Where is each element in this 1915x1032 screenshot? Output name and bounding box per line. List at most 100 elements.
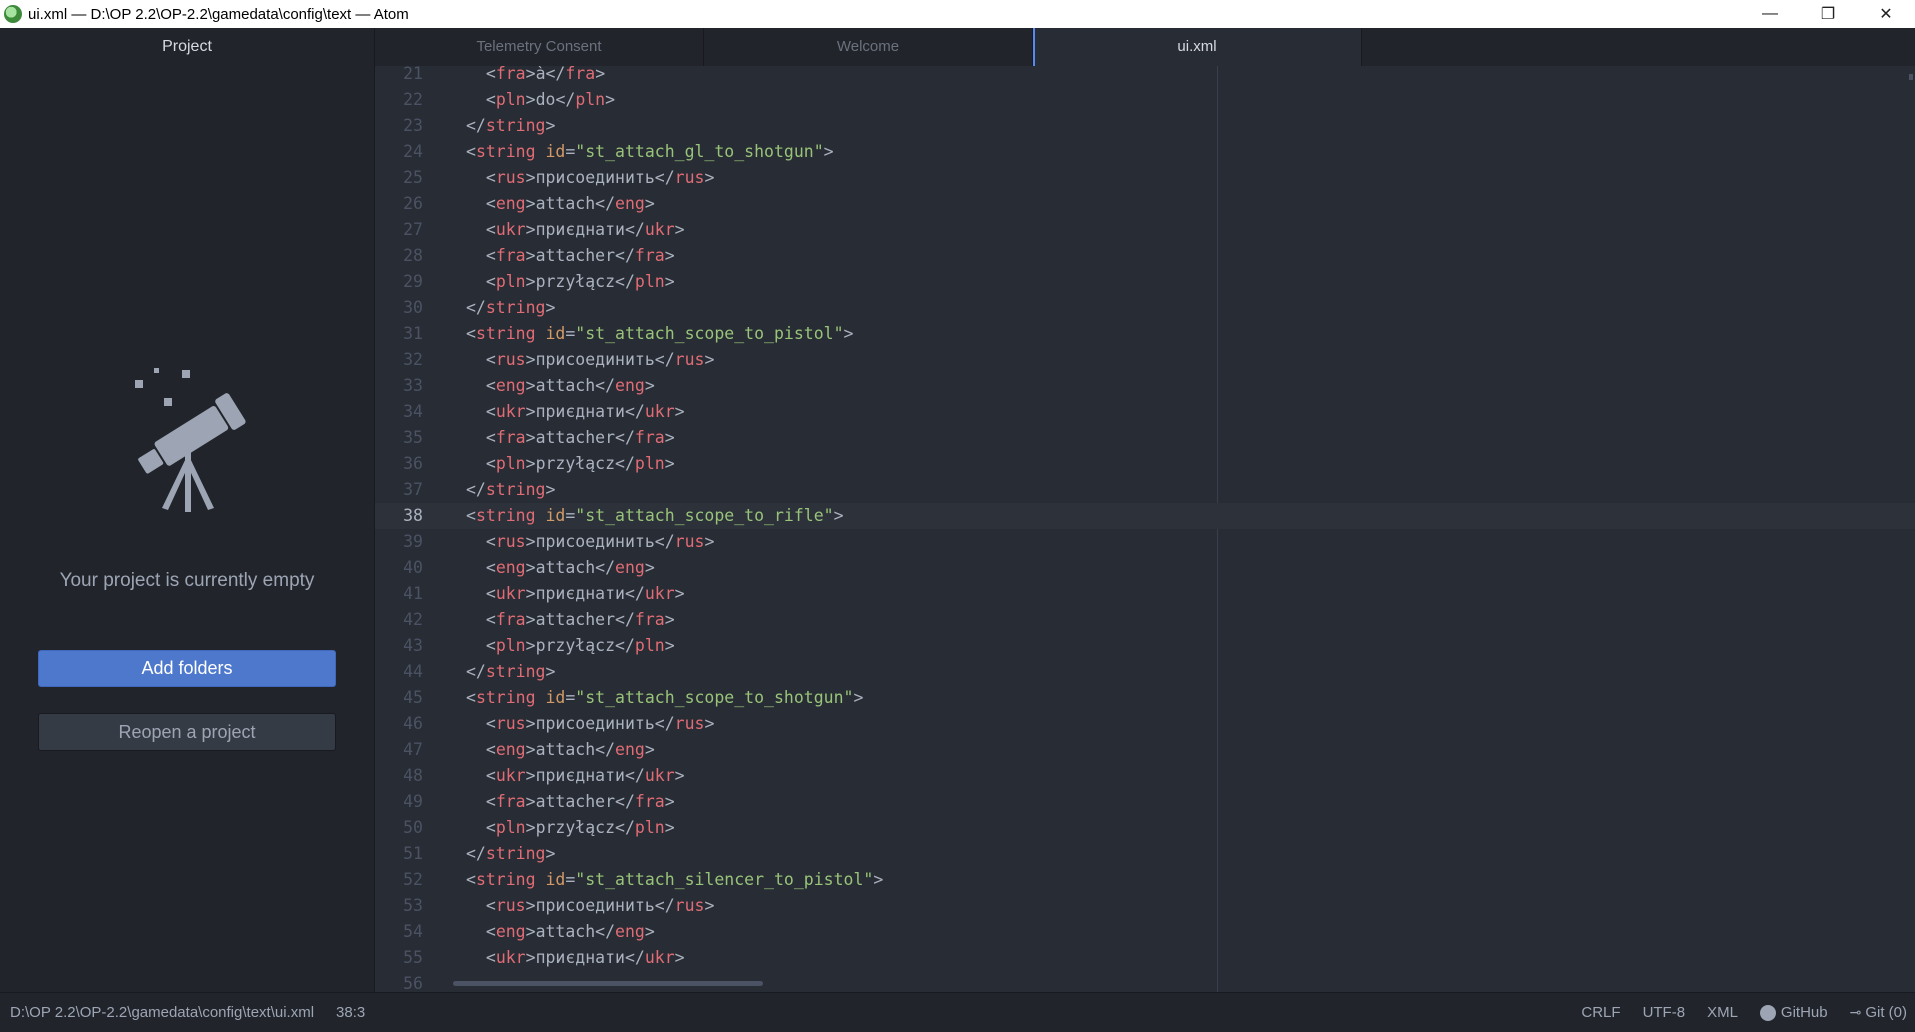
line-number[interactable]: 52 [375, 867, 423, 893]
line-number[interactable]: 21 [375, 66, 423, 87]
code-line[interactable]: 33 <eng>attach</eng> [375, 373, 1915, 399]
line-number[interactable]: 39 [375, 529, 423, 555]
line-text[interactable]: <eng>attach</eng> [466, 555, 655, 581]
line-text[interactable]: </string> [466, 113, 555, 139]
line-number[interactable]: 24 [375, 139, 423, 165]
reopen-project-button[interactable]: Reopen a project [38, 713, 336, 751]
line-number[interactable]: 22 [375, 87, 423, 113]
line-number[interactable]: 41 [375, 581, 423, 607]
line-number[interactable]: 28 [375, 243, 423, 269]
tab-welcome[interactable]: Welcome [704, 28, 1033, 66]
line-text[interactable]: <pln>przyłącz</pln> [466, 451, 675, 477]
line-text[interactable]: <rus>присоединить</rus> [466, 529, 715, 555]
line-number[interactable]: 27 [375, 217, 423, 243]
line-text[interactable]: <rus>присоединить</rus> [466, 165, 715, 191]
line-text[interactable]: </string> [466, 659, 555, 685]
code-line[interactable]: 48 <ukr>приєднати</ukr> [375, 763, 1915, 789]
minimize-button[interactable]: — [1741, 0, 1799, 28]
line-text[interactable]: <eng>attach</eng> [466, 373, 655, 399]
line-number[interactable]: 31 [375, 321, 423, 347]
line-number[interactable]: 40 [375, 555, 423, 581]
line-text[interactable]: <pln>do</pln> [466, 87, 615, 113]
line-text[interactable]: <pln>przyłącz</pln> [466, 633, 675, 659]
code-line[interactable]: 46 <rus>присоединить</rus> [375, 711, 1915, 737]
file-path[interactable]: D:\OP 2.2\OP-2.2\gamedata\config\text\ui… [10, 1004, 314, 1021]
line-text[interactable]: </string> [466, 477, 555, 503]
code-line[interactable]: 40 <eng>attach</eng> [375, 555, 1915, 581]
code-line[interactable]: 23 </string> [375, 113, 1915, 139]
line-number[interactable]: 36 [375, 451, 423, 477]
line-text[interactable]: <rus>присоединить</rus> [466, 893, 715, 919]
close-button[interactable]: ✕ [1857, 0, 1915, 28]
cursor-position[interactable]: 38:3 [336, 1004, 365, 1021]
code-line[interactable]: 32 <rus>присоединить</rus> [375, 347, 1915, 373]
line-text[interactable]: <string id="st_attach_gl_to_shotgun"> [466, 139, 834, 165]
code-line[interactable]: 54 <eng>attach</eng> [375, 919, 1915, 945]
code-line[interactable]: 36 <pln>przyłącz</pln> [375, 451, 1915, 477]
code-line[interactable]: 28 <fra>attacher</fra> [375, 243, 1915, 269]
code-line[interactable]: 44 </string> [375, 659, 1915, 685]
grammar[interactable]: XML [1707, 1004, 1738, 1021]
github-button[interactable]: GitHub [1759, 1004, 1828, 1021]
line-text[interactable]: <ukr>приєднати</ukr> [466, 399, 685, 425]
line-number[interactable]: 44 [375, 659, 423, 685]
line-number[interactable]: 25 [375, 165, 423, 191]
line-text[interactable]: <pln>przyłącz</pln> [466, 269, 675, 295]
line-text[interactable]: <ukr>приєднати</ukr> [466, 581, 685, 607]
code-line[interactable]: 24 <string id="st_attach_gl_to_shotgun"> [375, 139, 1915, 165]
line-number[interactable]: 50 [375, 815, 423, 841]
code-lines[interactable]: 21 <fra>à</fra> 22 <pln>do</pln> 23 </strin… [375, 66, 1915, 992]
line-text[interactable]: <ukr>приєднати</ukr> [466, 763, 685, 789]
git-button[interactable]: ⊸ Git (0) [1850, 1004, 1907, 1021]
code-line[interactable]: 37 </string> [375, 477, 1915, 503]
code-line[interactable]: 45 <string id="st_attach_scope_to_shotgun… [375, 685, 1915, 711]
line-number[interactable]: 37 [375, 477, 423, 503]
line-text[interactable]: <fra>attacher</fra> [466, 607, 675, 633]
line-text[interactable]: <string id="st_attach_scope_to_rifle"> [466, 503, 844, 529]
line-text[interactable]: <string id="st_attach_scope_to_pistol"> [466, 321, 853, 347]
code-line[interactable]: 35 <fra>attacher</fra> [375, 425, 1915, 451]
code-line[interactable]: 47 <eng>attach</eng> [375, 737, 1915, 763]
line-number[interactable]: 55 [375, 945, 423, 971]
line-number[interactable]: 29 [375, 269, 423, 295]
line-text[interactable]: <fra>attacher</fra> [466, 425, 675, 451]
line-number[interactable]: 42 [375, 607, 423, 633]
encoding[interactable]: UTF-8 [1643, 1004, 1686, 1021]
code-line[interactable]: 29 <pln>przyłącz</pln> [375, 269, 1915, 295]
line-number[interactable]: 48 [375, 763, 423, 789]
restore-button[interactable]: ❐ [1799, 0, 1857, 28]
line-text[interactable]: <fra>à</fra> [466, 66, 605, 87]
tab-ui-xml[interactable]: ui.xml [1033, 28, 1362, 66]
code-line[interactable]: 39 <rus>присоединить</rus> [375, 529, 1915, 555]
code-editor[interactable]: 21 <fra>à</fra> 22 <pln>do</pln> 23 </strin… [375, 66, 1915, 992]
line-text[interactable]: <fra>attacher</fra> [466, 789, 675, 815]
line-text[interactable]: <rus>присоединить</rus> [466, 711, 715, 737]
line-number[interactable]: 45 [375, 685, 423, 711]
code-line[interactable]: 22 <pln>do</pln> [375, 87, 1915, 113]
line-number[interactable]: 43 [375, 633, 423, 659]
code-line[interactable]: 34 <ukr>приєднати</ukr> [375, 399, 1915, 425]
code-line[interactable]: 41 <ukr>приєднати</ukr> [375, 581, 1915, 607]
line-text[interactable]: <pln>przyłącz</pln> [466, 815, 675, 841]
line-number[interactable]: 49 [375, 789, 423, 815]
line-number[interactable]: 33 [375, 373, 423, 399]
line-text[interactable]: </string> [466, 295, 555, 321]
code-line[interactable]: 31 <string id="st_attach_scope_to_pistol"… [375, 321, 1915, 347]
tab-telemetry-consent[interactable]: Telemetry Consent [375, 28, 704, 66]
code-line[interactable]: 30 </string> [375, 295, 1915, 321]
line-number[interactable]: 51 [375, 841, 423, 867]
line-number[interactable]: 38 [375, 503, 423, 529]
add-folders-button[interactable]: Add folders [38, 650, 336, 687]
line-number[interactable]: 34 [375, 399, 423, 425]
line-number[interactable]: 47 [375, 737, 423, 763]
line-text[interactable]: <ukr>приєднати</ukr> [466, 217, 685, 243]
line-number[interactable]: 54 [375, 919, 423, 945]
line-number[interactable]: 32 [375, 347, 423, 373]
code-line[interactable]: 25 <rus>присоединить</rus> [375, 165, 1915, 191]
horizontal-scrollbar[interactable] [453, 981, 763, 986]
line-number[interactable]: 23 [375, 113, 423, 139]
line-text[interactable]: <fra>attacher</fra> [466, 243, 675, 269]
code-line[interactable]: 21 <fra>à</fra> [375, 66, 1915, 87]
code-line[interactable]: 38 <string id="st_attach_scope_to_rifle"> [375, 503, 1915, 529]
code-line[interactable]: 55 <ukr>приєднати</ukr> [375, 945, 1915, 971]
